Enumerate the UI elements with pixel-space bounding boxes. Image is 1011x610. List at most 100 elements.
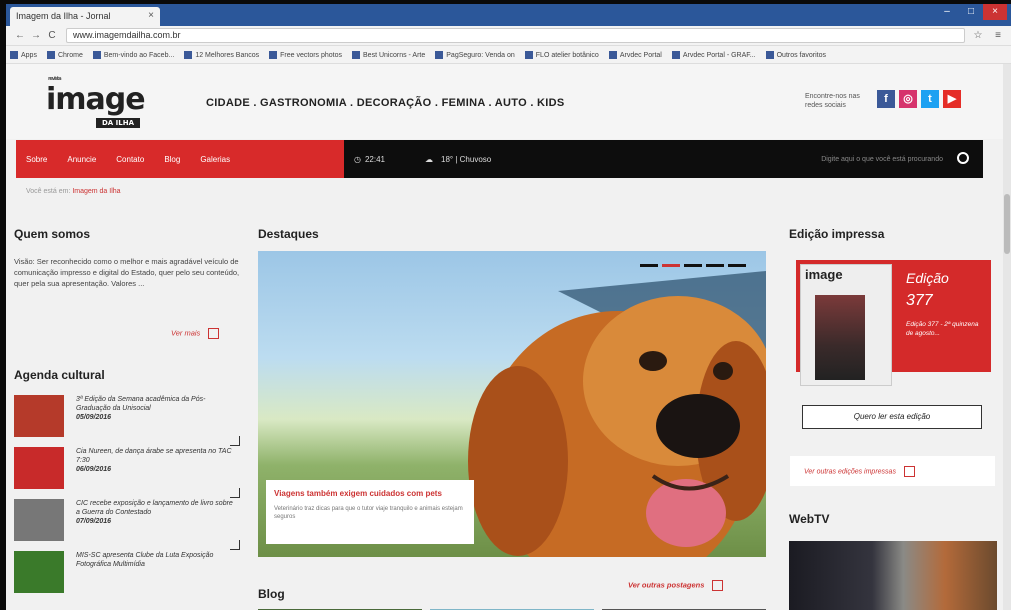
bookmark-icon: [92, 50, 101, 59]
logo-top: revista: [48, 76, 62, 82]
star-icon[interactable]: ☆: [971, 30, 985, 41]
agenda-date: 07/09/2016: [76, 518, 112, 525]
read-edition-button[interactable]: Quero ler esta edição: [802, 405, 982, 429]
agenda-date: 05/09/2016: [76, 414, 112, 421]
highlight-slider[interactable]: Viagens também exigem cuidados com pets …: [258, 251, 766, 557]
menu-item-blog[interactable]: Blog: [154, 155, 190, 164]
highlight-caption-title: Viagens também exigem cuidados com pets: [274, 489, 442, 498]
social-text: Encontre-nos nas redes sociais: [805, 93, 860, 109]
weather-icon: ☁: [425, 154, 434, 164]
menu-item-anuncie[interactable]: Anuncie: [57, 155, 106, 164]
agenda-item[interactable]: CIC recebe exposição e lançamento de liv…: [14, 499, 244, 554]
bookmark-label: PagSeguro: Venda on: [446, 51, 515, 59]
other-editions-label: Ver outras edições impressas: [804, 468, 896, 476]
instagram-icon[interactable]: ◎: [899, 90, 917, 108]
bookmark-item[interactable]: PagSeguro: Venda on: [435, 50, 515, 59]
browser-tab[interactable]: Imagem da Ilha - Jornal ×: [10, 7, 160, 26]
tab-bar: Imagem da Ilha - Jornal × – □ ×: [6, 4, 1011, 26]
social-links: f ◎ t ▶: [877, 90, 961, 108]
reload-icon[interactable]: C: [44, 30, 60, 41]
external-link-icon: [712, 580, 724, 591]
edition-label: Edição: [906, 270, 949, 286]
bookmark-label: Chrome: [57, 51, 83, 59]
bookmark-icon: [608, 50, 617, 59]
minimize-icon[interactable]: –: [935, 4, 959, 20]
menu-item-contato[interactable]: Contato: [106, 155, 154, 164]
agenda-item[interactable]: MIS-SC apresenta Clube da Luta Exposição…: [14, 551, 244, 606]
scrollbar[interactable]: [1003, 64, 1011, 610]
other-editions-link[interactable]: Ver outras edições impressas: [790, 456, 995, 486]
site-logo[interactable]: revista image DA ILHA: [46, 76, 146, 128]
agenda-date: 06/09/2016: [76, 466, 112, 473]
agenda-text: Cia Nureen, de dança árabe se apresenta …: [76, 448, 232, 464]
agenda-text-block: 3ª Edição da Semana acadêmica da Pós-Gra…: [76, 395, 236, 422]
bookmark-icon: [269, 50, 278, 59]
corner-arrow-icon[interactable]: [230, 488, 240, 498]
breadcrumb: Você está em: Imagem da Ilha: [26, 188, 121, 195]
bookmark-item[interactable]: Arvdec Portal - GRAF...: [671, 50, 756, 59]
bookmark-item[interactable]: Apps: [10, 50, 37, 59]
search-input[interactable]: Digite aqui o que você está procurando: [821, 156, 943, 163]
corner-arrow-icon[interactable]: [230, 540, 240, 550]
edition-desc: Edição 377 - 2ª quinzena de agosto...: [906, 321, 979, 337]
weather: 18° | Chuvoso: [441, 154, 492, 164]
twitter-icon[interactable]: t: [921, 90, 939, 108]
highlight-caption[interactable]: Viagens também exigem cuidados com pets …: [266, 480, 474, 544]
bookmark-icon: [435, 50, 444, 59]
facebook-icon[interactable]: f: [877, 90, 895, 108]
url-input[interactable]: www.imagemdailha.com.br: [66, 28, 965, 43]
menu-item-sobre[interactable]: Sobre: [16, 155, 57, 164]
breadcrumb-prefix: Você está em:: [26, 188, 71, 195]
bookmark-item[interactable]: Outros favoritos: [765, 50, 827, 59]
print-edition-card[interactable]: image Edição 377 Edição 377 - 2ª quinzen…: [796, 260, 991, 386]
corner-arrow-icon[interactable]: [230, 436, 240, 446]
agenda-item[interactable]: Cia Nureen, de dança árabe se apresenta …: [14, 447, 244, 502]
search-icon[interactable]: [957, 152, 969, 164]
bookmark-item[interactable]: FLO atelier botânico: [524, 50, 599, 59]
webtv-title: WebTV: [789, 512, 830, 526]
agenda-text: CIC recebe exposição e lançamento de liv…: [76, 500, 233, 516]
bookmark-label: FLO atelier botânico: [535, 51, 599, 59]
menu-icon[interactable]: ≡: [991, 30, 1005, 41]
breadcrumb-current[interactable]: Imagem da Ilha: [72, 188, 120, 195]
close-tab-icon[interactable]: ×: [148, 10, 154, 21]
highlights-title: Destaques: [258, 227, 319, 241]
blog-more-link[interactable]: Ver outras postagens: [628, 580, 724, 591]
clock-icon: ◷: [354, 154, 361, 164]
agenda-text-block: CIC recebe exposição e lançamento de liv…: [76, 499, 236, 526]
bookmark-item[interactable]: Bem-vindo ao Faceb...: [92, 50, 175, 59]
youtube-icon[interactable]: ▶: [943, 90, 961, 108]
maximize-icon[interactable]: □: [959, 4, 983, 20]
blog-more-label: Ver outras postagens: [628, 580, 705, 590]
bookmark-icon: [184, 50, 193, 59]
bookmark-label: Outros favoritos: [776, 51, 827, 59]
bookmark-item[interactable]: Arvdec Portal: [608, 50, 662, 59]
print-edition-title: Edição impressa: [789, 227, 885, 241]
site-header: revista image DA ILHA CIDADE . GASTRONOM…: [6, 64, 1003, 139]
bookmark-label: 12 Melhores Bancos: [195, 51, 260, 59]
agenda-item[interactable]: 3ª Edição da Semana acadêmica da Pós-Gra…: [14, 395, 244, 450]
menu-item-galerias[interactable]: Galerias: [190, 155, 240, 164]
bookmark-label: Free vectors photos: [280, 51, 343, 59]
blog-title: Blog: [258, 587, 285, 601]
about-more-link[interactable]: Ver mais: [171, 328, 220, 339]
window-controls: – □ ×: [935, 4, 1007, 20]
edition-cover[interactable]: image: [800, 264, 892, 386]
close-window-icon[interactable]: ×: [983, 4, 1007, 20]
bookmark-label: Arvdec Portal - GRAF...: [682, 51, 756, 59]
forward-icon[interactable]: →: [28, 30, 44, 41]
bookmark-icon: [352, 50, 361, 59]
bookmark-item[interactable]: Best Unicorns - Arte: [352, 50, 425, 59]
bookmark-icon: [524, 50, 533, 59]
scrollbar-thumb[interactable]: [1004, 194, 1010, 254]
bookmark-item[interactable]: Chrome: [46, 50, 83, 59]
main-nav[interactable]: CIDADE . GASTRONOMIA . DECORAÇÃO . FEMIN…: [206, 97, 565, 109]
bookmark-label: Bem-vindo ao Faceb...: [103, 51, 175, 59]
about-more-label: Ver mais: [171, 328, 201, 338]
menu-items: Sobre Anuncie Contato Blog Galerias: [16, 155, 240, 164]
menu-bar: Sobre Anuncie Contato Blog Galerias ◷ 22:41 …: [16, 140, 983, 178]
back-icon[interactable]: ←: [12, 30, 28, 41]
webtv-video[interactable]: [789, 541, 997, 610]
bookmark-item[interactable]: Free vectors photos: [269, 50, 343, 59]
bookmark-item[interactable]: 12 Melhores Bancos: [184, 50, 260, 59]
